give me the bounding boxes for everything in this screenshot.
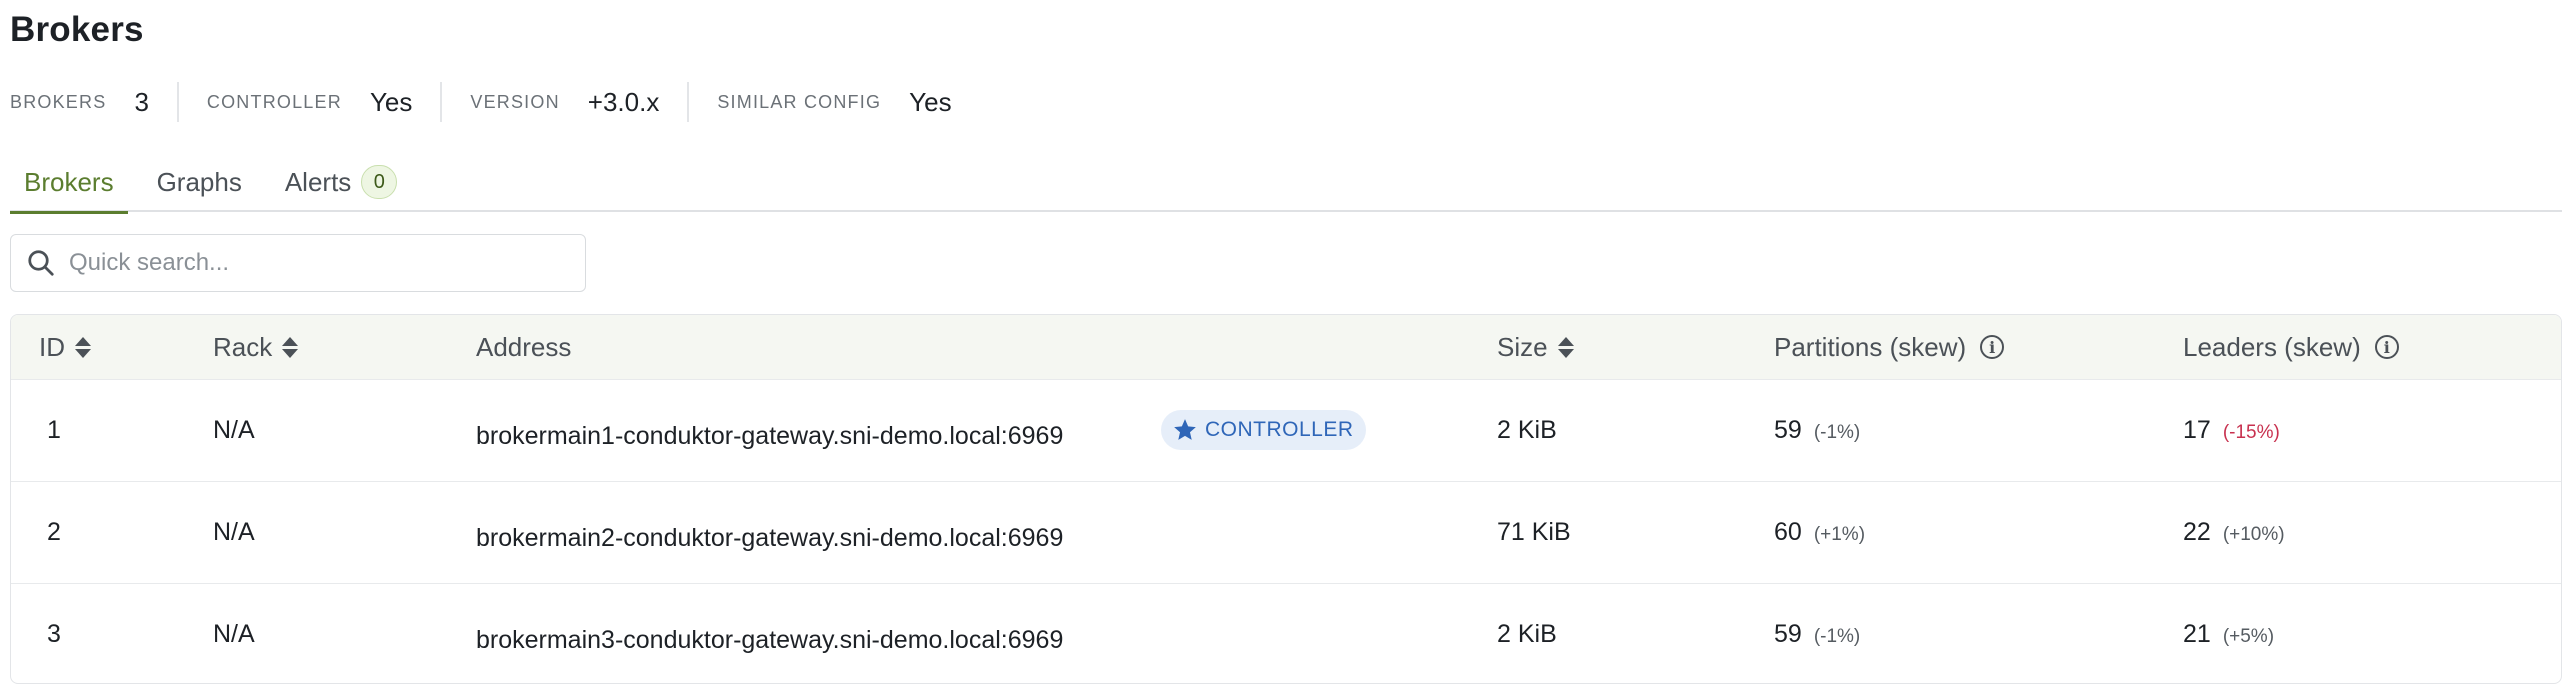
stat-label: SIMILAR CONFIG (717, 91, 882, 112)
info-icon[interactable]: i (1980, 335, 2005, 359)
stat-brokers: BROKERS 3 (10, 80, 149, 124)
cell-leaders: 22 (+10%) (2183, 518, 2285, 547)
stat-version: VERSION +3.0.x (470, 80, 659, 124)
cell-address: brokermain3-conduktor-gateway.sni-demo.l… (476, 626, 1064, 654)
cell-partitions: 59 (-1%) (1774, 416, 1860, 445)
broker-stats-bar: BROKERS 3 CONTROLLER Yes VERSION +3.0.x … (10, 80, 952, 124)
column-label: Size (1497, 331, 1548, 362)
cell-address: brokermain1-conduktor-gateway.sni-demo.l… (476, 422, 1064, 450)
stat-label: BROKERS (10, 91, 107, 112)
cell-id: 2 (47, 518, 61, 546)
sort-icon[interactable] (282, 336, 299, 358)
sort-icon[interactable] (75, 336, 91, 358)
tab-brokers[interactable]: Brokers (10, 152, 128, 214)
tab-label: Brokers (24, 166, 114, 197)
partitions-value: 60 (1774, 518, 1802, 546)
brokers-table: ID Rack Address Size Partitions (skew) i… (10, 314, 2562, 684)
cell-rack: N/A (213, 518, 255, 546)
leaders-value: 21 (2183, 620, 2211, 648)
cell-leaders: 21 (+5%) (2183, 620, 2274, 649)
table-row[interactable]: 2 N/A brokermain2-conduktor-gateway.sni-… (11, 481, 2561, 583)
cell-size: 71 KiB (1497, 518, 1571, 546)
column-header-leaders: Leaders (skew) i (2183, 315, 2399, 379)
column-label: Address (476, 331, 572, 362)
column-header-address: Address (476, 315, 571, 379)
leaders-value: 17 (2183, 416, 2211, 444)
cell-address: brokermain2-conduktor-gateway.sni-demo.l… (476, 524, 1064, 552)
column-header-id[interactable]: ID (39, 315, 91, 379)
leaders-value: 22 (2183, 518, 2211, 546)
partitions-value: 59 (1774, 620, 1802, 648)
tab-label: Graphs (156, 166, 242, 197)
cell-id: 1 (47, 416, 61, 444)
column-label: Rack (213, 331, 273, 362)
stat-value: Yes (909, 86, 952, 117)
divider (440, 82, 443, 122)
page-title: Brokers (10, 10, 144, 49)
leaders-skew: (+10%) (2222, 524, 2285, 545)
sort-icon[interactable] (1557, 336, 1574, 358)
leaders-skew: (-15%) (2222, 422, 2280, 443)
star-icon (1171, 416, 1199, 444)
partitions-skew: (+1%) (1813, 524, 1866, 545)
stat-value: Yes (369, 86, 413, 117)
column-label: ID (39, 331, 65, 362)
partitions-skew: (-1%) (1813, 626, 1861, 647)
quick-search[interactable] (10, 234, 586, 292)
column-label: Partitions (skew) (1774, 331, 1967, 362)
controller-badge-label: CONTROLLER (1205, 418, 1354, 441)
leaders-skew: (+5%) (2222, 626, 2275, 647)
cell-size: 2 KiB (1497, 620, 1557, 648)
stat-similar-config: SIMILAR CONFIG Yes (717, 80, 951, 124)
column-label: Leaders (skew) (2183, 331, 2361, 362)
divider (687, 82, 690, 122)
stat-label: CONTROLLER (206, 91, 342, 112)
tab-label: Alerts (284, 166, 352, 197)
cell-size: 2 KiB (1497, 416, 1557, 444)
column-header-rack[interactable]: Rack (213, 315, 299, 379)
stat-value: +3.0.x (587, 86, 660, 117)
cell-rack: N/A (213, 620, 255, 648)
cell-leaders: 17 (-15%) (2183, 416, 2280, 445)
tab-bar: Brokers Graphs Alerts 0 (10, 152, 2562, 214)
info-icon[interactable]: i (2374, 335, 2399, 359)
alerts-count-badge: 0 (361, 165, 398, 199)
controller-badge: CONTROLLER (1161, 410, 1366, 450)
tab-alerts[interactable]: Alerts 0 (271, 152, 411, 212)
table-header: ID Rack Address Size Partitions (skew) i… (11, 315, 2561, 379)
partitions-value: 59 (1774, 416, 1802, 444)
cell-id: 3 (47, 620, 61, 648)
table-row[interactable]: 3 N/A brokermain3-conduktor-gateway.sni-… (11, 583, 2561, 683)
divider (176, 82, 179, 122)
search-icon (25, 247, 57, 279)
cell-partitions: 59 (-1%) (1774, 620, 1860, 649)
column-header-size[interactable]: Size (1497, 315, 1574, 379)
tab-graphs[interactable]: Graphs (143, 152, 256, 212)
table-row[interactable]: 1 N/A brokermain1-conduktor-gateway.sni-… (11, 379, 2561, 481)
stat-value: 3 (134, 86, 149, 117)
stat-controller: CONTROLLER Yes (207, 80, 412, 124)
partitions-skew: (-1%) (1813, 422, 1861, 443)
search-input[interactable] (69, 249, 569, 277)
cell-partitions: 60 (+1%) (1774, 518, 1865, 547)
column-header-partitions: Partitions (skew) i (1774, 315, 2005, 379)
stat-label: VERSION (470, 91, 560, 112)
cell-rack: N/A (213, 416, 255, 444)
